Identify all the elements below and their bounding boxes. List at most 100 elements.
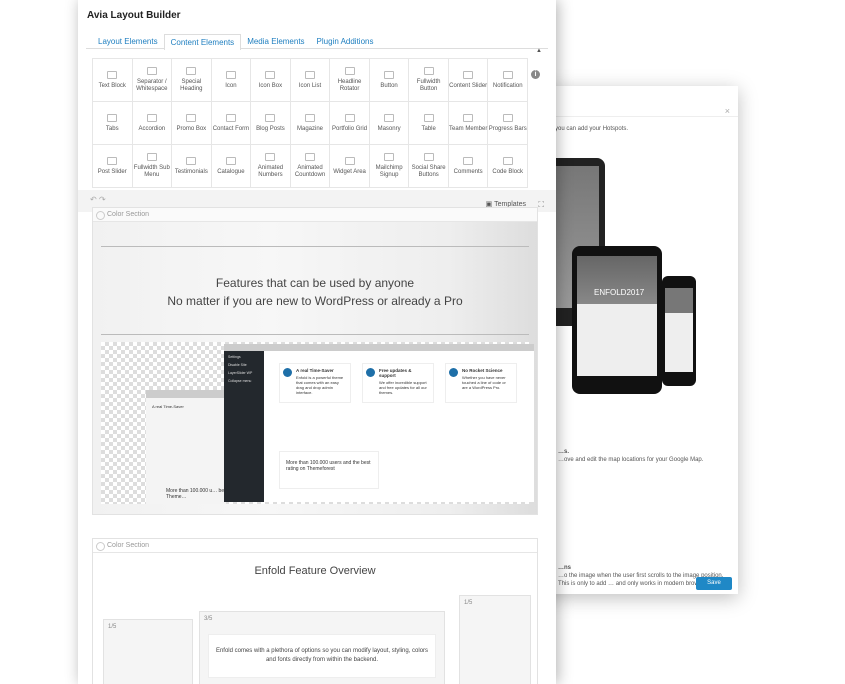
element-promo-box[interactable]: Promo Box <box>172 102 211 144</box>
element-fullwidth-sub-menu[interactable]: Fullwidth Sub Menu <box>132 145 172 187</box>
feature-box: Free updates & support We offer incredibl… <box>362 363 434 403</box>
element-team-member[interactable]: Team Member <box>448 102 488 144</box>
element-icon <box>463 113 474 122</box>
element-button[interactable]: Button <box>369 59 409 101</box>
element-contact-form[interactable]: Contact Form <box>211 102 251 144</box>
color-section[interactable]: Color Section Enfold Feature Overview 1/… <box>92 538 538 684</box>
save-button[interactable]: Save <box>696 577 732 590</box>
element-post-slider[interactable]: Post Slider <box>93 145 132 187</box>
element-tabs: Layout Elements Content Elements Media E… <box>92 34 379 50</box>
element-special-heading[interactable]: Special Heading <box>172 59 211 101</box>
element-icon <box>384 153 395 161</box>
element-magazine[interactable]: Magazine <box>290 102 330 144</box>
element-animated-countdown[interactable]: Animated Countdown <box>290 145 330 187</box>
info-icon[interactable]: i <box>531 70 540 79</box>
element-icon <box>146 153 157 161</box>
element-label: Post Slider <box>97 168 127 175</box>
element-label: Tabs <box>105 125 119 132</box>
panel-title: Avia Layout Builder <box>87 10 181 21</box>
mock-admin-window: Settings Disable Site LayerSlider WP Col… <box>224 344 534 502</box>
element-portfolio-grid[interactable]: Portfolio Grid <box>330 102 369 144</box>
element-code-block[interactable]: Code Block <box>488 145 527 187</box>
feature-title: No Rocket Science <box>462 368 503 373</box>
column-label: 3/5 <box>204 616 213 622</box>
element-animated-numbers[interactable]: Animated Numbers <box>251 145 290 187</box>
element-label: Icon <box>225 82 237 89</box>
element-social-share-buttons[interactable]: Social Share Buttons <box>409 145 448 187</box>
element-icon <box>107 113 118 122</box>
element-text-block[interactable]: Text Block <box>93 59 132 101</box>
element-label: Code Block <box>492 168 524 175</box>
element-label: Separator / Whitespace <box>136 79 168 92</box>
element-blog-posts[interactable]: Blog Posts <box>251 102 290 144</box>
admin-sidebar: Settings Disable Site LayerSlider WP Col… <box>224 351 264 502</box>
element-grid: Text Block Separator / Whitespace Special … <box>92 58 528 188</box>
element-icon-list[interactable]: Icon List <box>290 59 330 101</box>
element-fullwidth-button[interactable]: Fullwidth Button <box>409 59 448 101</box>
element-notification[interactable]: Notification <box>488 59 527 101</box>
element-icon <box>423 113 434 122</box>
element-icon <box>225 113 236 122</box>
redo-icon[interactable]: ↷ <box>99 195 106 204</box>
element-table[interactable]: Table <box>409 102 448 144</box>
column-1-5[interactable]: 1/5 <box>459 595 531 684</box>
feature-title: Free updates & support <box>379 368 412 378</box>
element-masonry[interactable]: Masonry <box>369 102 409 144</box>
element-label: Testimonials <box>174 168 208 175</box>
element-icon <box>265 70 276 79</box>
section-label: Color Section <box>93 539 537 553</box>
element-icon <box>225 156 236 165</box>
feature-title: A real Time-Saver <box>296 368 334 373</box>
element-mailchimp-signup[interactable]: Mailchimp Signup <box>369 145 409 187</box>
maps-description: …s. …ove and edit the map locations for y… <box>558 448 734 464</box>
element-content-slider[interactable]: Content Slider <box>448 59 488 101</box>
element-progress-bars[interactable]: Progress Bars <box>488 102 527 144</box>
element-icon <box>423 67 434 75</box>
device-brand: ENFOLD2017 <box>594 288 645 297</box>
element-icon <box>186 113 197 122</box>
element-label: Table <box>421 125 436 132</box>
element-label: Promo Box <box>176 125 207 132</box>
element-icon <box>225 70 236 79</box>
element-icon <box>146 67 157 75</box>
element-label: Comments <box>453 168 483 175</box>
tab-plugin-additions[interactable]: Plugin Additions <box>311 34 380 50</box>
element-label: Mailchimp Signup <box>375 165 403 178</box>
column-3-5[interactable]: 3/5 Enfold comes with a plethora of optio… <box>199 611 445 684</box>
element-icon-box[interactable]: Icon Box <box>251 59 290 101</box>
fullscreen-icon[interactable]: ⛶ <box>538 200 544 210</box>
column-label: 1/5 <box>464 600 473 606</box>
tab-layout-elements[interactable]: Layout Elements <box>92 34 164 50</box>
element-separator-whitespace[interactable]: Separator / Whitespace <box>132 59 172 101</box>
layout-builder-panel: Avia Layout Builder Layout Elements Cont… <box>78 0 556 684</box>
element-testimonials[interactable]: Testimonials <box>172 145 211 187</box>
undo-icon[interactable]: ↶ <box>90 195 97 204</box>
column-1-5[interactable]: 1/5 <box>103 619 193 684</box>
element-label: Special Heading <box>180 79 203 92</box>
element-label: Animated Numbers <box>257 165 284 178</box>
element-icon <box>502 156 513 165</box>
element-icon <box>384 70 395 79</box>
close-icon[interactable]: × <box>725 106 730 116</box>
element-label: Fullwidth Sub Menu <box>133 165 170 178</box>
element-icon <box>107 156 118 165</box>
element-headline-rotator[interactable]: Headline Rotator <box>330 59 369 101</box>
text-block[interactable]: Enfold comes with a plethora of options … <box>208 634 436 678</box>
element-catalogue[interactable]: Catalogue <box>211 145 251 187</box>
tab-media-elements[interactable]: Media Elements <box>241 34 310 50</box>
hero-area: Features that can be used by anyone No m… <box>93 222 537 514</box>
element-label: Animated Countdown <box>294 165 326 178</box>
color-section[interactable]: Color Section Features that can be used … <box>92 207 538 515</box>
element-tabs[interactable]: Tabs <box>93 102 132 144</box>
element-label: Progress Bars <box>488 125 527 132</box>
feature-box: A real Time-Saver Enfold is a powerful th… <box>279 363 351 403</box>
element-accordion[interactable]: Accordion <box>132 102 172 144</box>
element-widget-area[interactable]: Widget Area <box>330 145 369 187</box>
maps-text: …ove and edit the map locations for your… <box>558 457 704 463</box>
element-label: Contact Form <box>212 125 250 132</box>
tab-content-elements[interactable]: Content Elements <box>163 34 242 50</box>
collapse-icon[interactable]: ▲ <box>536 48 542 54</box>
element-comments[interactable]: Comments <box>448 145 488 187</box>
divider <box>540 116 738 117</box>
element-icon[interactable]: Icon <box>211 59 251 101</box>
